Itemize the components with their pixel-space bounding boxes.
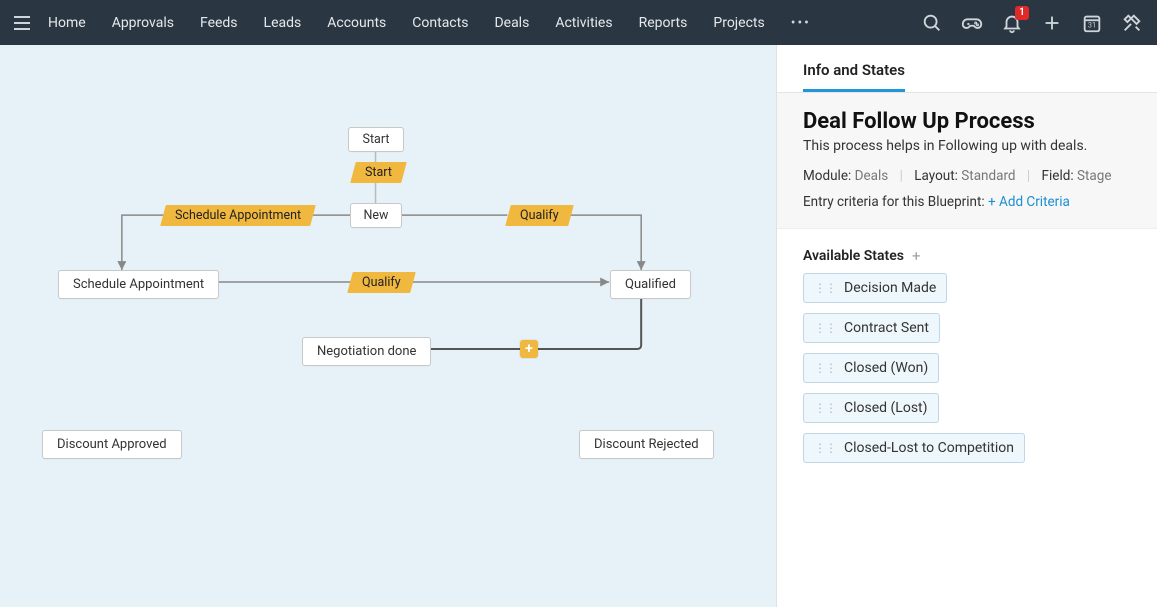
node-discount-rejected[interactable]: Discount Rejected	[579, 430, 714, 459]
state-chip-closed-lost-competition[interactable]: ⋮⋮ Closed-Lost to Competition	[803, 433, 1025, 463]
transition-start[interactable]: Start	[350, 162, 407, 183]
tools-icon[interactable]	[1121, 12, 1143, 34]
transition-start-label: Start	[365, 165, 392, 180]
transition-qualify-mid[interactable]: Qualify	[347, 272, 415, 293]
transition-schedule-label: Schedule Appointment	[175, 208, 301, 223]
hamburger-icon[interactable]	[10, 11, 34, 35]
nav-items: Home Approvals Feeds Leads Accounts Cont…	[48, 15, 765, 31]
transition-schedule-appointment[interactable]: Schedule Appointment	[160, 205, 316, 226]
add-criteria-link[interactable]: + Add Criteria	[988, 194, 1070, 210]
nav-item-approvals[interactable]: Approvals	[112, 15, 174, 31]
transition-qualify-top[interactable]: Qualify	[505, 205, 573, 226]
nav-item-reports[interactable]: Reports	[639, 15, 688, 31]
grip-icon: ⋮⋮	[814, 401, 836, 415]
state-chip-label: Closed (Lost)	[844, 400, 928, 416]
nav-item-activities[interactable]: Activities	[555, 15, 612, 31]
add-transition-handle[interactable]: +	[520, 340, 538, 358]
bell-icon[interactable]: 1	[1001, 12, 1023, 34]
side-panel: Info and States Deal Follow Up Process T…	[777, 45, 1157, 607]
plus-icon[interactable]	[1041, 12, 1063, 34]
svg-text:31: 31	[1088, 20, 1096, 29]
meta-field-label: Field:	[1042, 168, 1074, 184]
node-qualified[interactable]: Qualified	[610, 270, 691, 299]
process-meta: Module: Deals | Layout: Standard | Field…	[803, 168, 1131, 184]
tab-info-and-states[interactable]: Info and States	[803, 61, 905, 92]
nav-item-contacts[interactable]: Contacts	[412, 15, 468, 31]
available-states-header: Available States	[803, 248, 904, 264]
nav-item-deals[interactable]: Deals	[494, 15, 529, 31]
meta-layout-label: Layout:	[914, 168, 958, 184]
grip-icon: ⋮⋮	[814, 281, 836, 295]
entry-criteria-label: Entry criteria for this Blueprint:	[803, 194, 985, 210]
node-discount-approved[interactable]: Discount Approved	[42, 430, 182, 459]
calendar-icon[interactable]: 31	[1081, 12, 1103, 34]
blueprint-canvas[interactable]: Start Start New Schedule Appointment Qua…	[0, 45, 777, 607]
grip-icon: ⋮⋮	[814, 321, 836, 335]
state-chip-closed-lost[interactable]: ⋮⋮ Closed (Lost)	[803, 393, 939, 423]
state-chip-decision-made[interactable]: ⋮⋮ Decision Made	[803, 273, 947, 303]
state-chip-label: Closed (Won)	[844, 360, 928, 376]
meta-layout-value: Standard	[961, 168, 1015, 184]
grip-icon: ⋮⋮	[814, 361, 836, 375]
nav-item-leads[interactable]: Leads	[264, 15, 302, 31]
tab-bar: Info and States	[777, 45, 1157, 93]
nav-item-projects[interactable]: Projects	[713, 15, 764, 31]
transition-qualify-mid-label: Qualify	[362, 275, 401, 290]
nav-overflow-icon[interactable]: •••	[791, 15, 811, 31]
state-chip-label: Contract Sent	[844, 320, 929, 336]
node-new[interactable]: New	[350, 203, 402, 228]
gamepad-icon[interactable]	[961, 12, 983, 34]
search-icon[interactable]	[921, 12, 943, 34]
nav-item-feeds[interactable]: Feeds	[200, 15, 238, 31]
notification-badge: 1	[1015, 6, 1029, 20]
process-description: This process helps in Following up with …	[803, 138, 1131, 154]
meta-module-value: Deals	[855, 168, 889, 184]
process-title: Deal Follow Up Process	[803, 109, 1131, 134]
state-chip-label: Closed-Lost to Competition	[844, 440, 1014, 456]
entry-criteria: Entry criteria for this Blueprint: + Add…	[803, 194, 1131, 210]
available-states-block: Available States + ⋮⋮ Decision Made ⋮⋮ C…	[777, 229, 1157, 491]
nav-icon-group: 1 31	[921, 12, 1143, 34]
add-state-icon[interactable]: +	[912, 247, 921, 265]
node-schedule-appointment[interactable]: Schedule Appointment	[58, 270, 219, 299]
transition-qualify-top-label: Qualify	[520, 208, 559, 223]
info-block: Deal Follow Up Process This process help…	[777, 93, 1157, 229]
meta-module-label: Module:	[803, 168, 851, 184]
node-negotiation-done[interactable]: Negotiation done	[302, 337, 431, 366]
top-nav: Home Approvals Feeds Leads Accounts Cont…	[0, 0, 1157, 45]
node-start[interactable]: Start	[348, 127, 404, 152]
meta-field-value: Stage	[1077, 168, 1112, 184]
state-chip-closed-won[interactable]: ⋮⋮ Closed (Won)	[803, 353, 939, 383]
state-chip-label: Decision Made	[844, 280, 936, 296]
state-chip-contract-sent[interactable]: ⋮⋮ Contract Sent	[803, 313, 940, 343]
grip-icon: ⋮⋮	[814, 441, 836, 455]
nav-item-accounts[interactable]: Accounts	[327, 15, 386, 31]
nav-item-home[interactable]: Home	[48, 15, 86, 31]
